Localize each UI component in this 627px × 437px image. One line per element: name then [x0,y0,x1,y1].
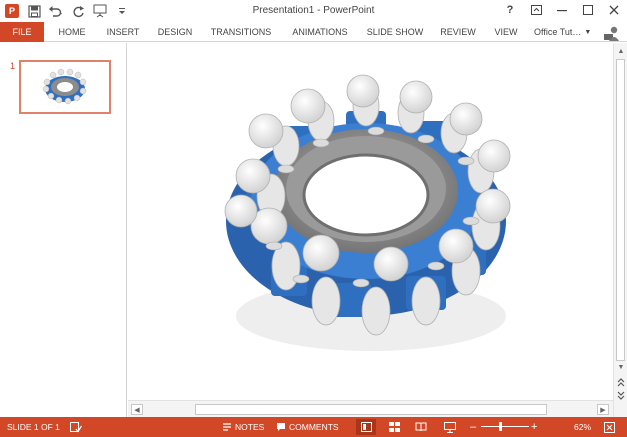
fit-slide-icon[interactable] [604,417,615,437]
slide-thumbnail[interactable] [19,60,111,114]
slide-sorter-icon[interactable] [384,419,404,435]
comments-icon [277,423,285,431]
slide-thumbnail-pane: 1 [0,43,127,417]
scroll-up-icon[interactable]: ▲ [615,45,627,57]
horizontal-scrollbar[interactable]: ◀ ▶ [128,400,613,417]
scroll-right-icon[interactable]: ▶ [597,404,609,415]
avatar[interactable] [603,25,619,41]
comments-label: COMMENTS [289,422,339,432]
slideshow-icon[interactable] [440,419,460,435]
zoom-slider[interactable] [481,426,529,427]
notes-button[interactable]: NOTES [222,417,264,437]
comments-button[interactable]: COMMENTS [276,417,339,437]
tab-insert[interactable]: INSERT [104,22,142,42]
horizontal-scroll-thumb[interactable] [195,404,547,415]
tab-file[interactable]: FILE [0,22,44,42]
ribbon-display-icon[interactable] [529,3,543,17]
tab-review[interactable]: REVIEW [439,22,477,42]
slide-editor[interactable] [128,43,613,400]
reading-view-icon[interactable] [411,419,431,435]
tab-transitions[interactable]: TRANSITIONS [209,22,273,42]
vertical-scroll-thumb[interactable] [616,59,625,361]
previous-slide-icon[interactable] [615,376,627,388]
slide-indicator: SLIDE 1 OF 1 [7,422,60,432]
scroll-down-icon[interactable]: ▼ [615,361,627,373]
window-controls: ? [503,3,621,17]
spelling-icon[interactable] [70,417,82,437]
gear-team-image[interactable] [136,51,605,394]
tab-design[interactable]: DESIGN [156,22,194,42]
tab-view[interactable]: VIEW [491,22,521,42]
help-label: ? [506,4,514,16]
zoom-in-icon[interactable]: + [531,417,537,437]
slide-number: 1 [10,61,16,71]
tab-animations[interactable]: ANIMATIONS [288,22,352,42]
minimize-icon[interactable] [555,3,569,17]
tab-home[interactable]: HOME [55,22,89,42]
normal-view-icon[interactable] [356,419,376,435]
powerpoint-window: P Presentation1 - PowerPoint ? FILE HOME… [0,0,627,437]
account-name: Office Tut… [534,27,582,37]
help-icon[interactable]: ? [503,3,517,17]
notes-icon [223,423,231,431]
zoom-slider-thumb[interactable] [499,422,502,431]
scroll-left-icon[interactable]: ◀ [131,404,143,415]
account-menu[interactable]: Office Tut… ▼ [534,22,598,42]
vertical-scrollbar[interactable]: ▲ ▼ [613,43,627,417]
maximize-icon[interactable] [581,3,595,17]
title-bar: P Presentation1 - PowerPoint ? [0,0,627,22]
zoom-level[interactable]: 62% [574,417,591,437]
slide-canvas[interactable] [136,51,605,394]
status-bar: SLIDE 1 OF 1 NOTES COMMENTS – + 62% [0,417,627,437]
close-icon[interactable] [607,3,621,17]
tab-slide-show[interactable]: SLIDE SHOW [366,22,424,42]
ribbon-tabs: FILE HOME INSERT DESIGN TRANSITIONS ANIM… [0,22,627,42]
notes-label: NOTES [235,422,265,432]
thumbnail-gear-image [42,68,87,105]
next-slide-icon[interactable] [615,389,627,401]
chevron-down-icon: ▼ [584,28,592,36]
zoom-out-icon[interactable]: – [470,417,476,437]
